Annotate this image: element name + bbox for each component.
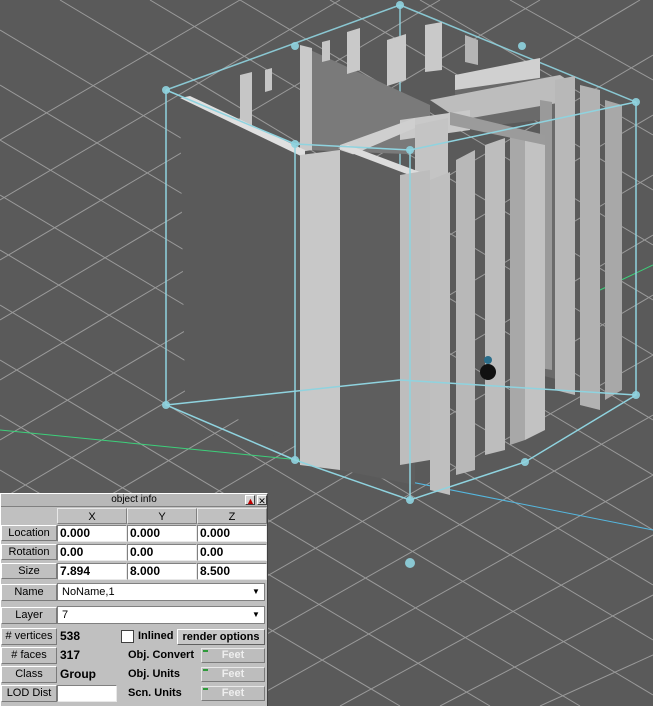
inlined-label: Inlined	[138, 630, 174, 642]
obj-units-button[interactable]: Feet	[201, 667, 265, 682]
layer-dropdown[interactable]: 7 ▼	[57, 606, 265, 624]
scn-units-value: Feet	[221, 687, 245, 699]
column-header-z: Z	[197, 508, 267, 524]
location-x-field[interactable]: 0.000	[57, 525, 127, 542]
vertices-label: # vertices	[1, 628, 57, 645]
obj-convert-value: Feet	[221, 649, 245, 661]
location-z-field[interactable]: 0.000	[197, 525, 267, 542]
vertices-value: 538	[57, 628, 120, 645]
panel-title: object info	[111, 494, 157, 505]
column-header-x: X	[57, 508, 127, 524]
obj-convert-button[interactable]: Feet	[201, 648, 265, 663]
rotation-label: Rotation	[1, 544, 57, 560]
inlined-checkbox[interactable]	[121, 630, 134, 643]
location-y-field[interactable]: 0.000	[127, 525, 197, 542]
scn-units-label: Scn. Units	[128, 687, 182, 699]
scn-units-button[interactable]: Feet	[201, 686, 265, 701]
class-label: Class	[1, 666, 57, 683]
name-dropdown[interactable]: NoName,1 ▼	[57, 583, 265, 601]
triangle-up-icon[interactable]: ▲	[245, 495, 255, 506]
panel-titlebar[interactable]: object info ▲ ✕	[1, 494, 267, 507]
rotation-y-field[interactable]: 0.00	[127, 544, 197, 561]
rotation-x-field[interactable]: 0.00	[57, 544, 127, 561]
class-value: Group	[57, 666, 120, 683]
location-label: Location	[1, 525, 57, 541]
render-options-button[interactable]: render options	[177, 629, 265, 645]
size-label: Size	[1, 563, 57, 579]
faces-label: # faces	[1, 647, 57, 664]
chevron-down-icon[interactable]: ▼	[250, 585, 262, 599]
lod-dist-label: LOD Dist	[1, 685, 57, 702]
name-label: Name	[1, 584, 57, 601]
name-value: NoName,1	[62, 586, 115, 598]
object-info-panel: object info ▲ ✕ X Y Z Location 0.000 0.0…	[0, 493, 268, 706]
layer-label: Layer	[1, 607, 57, 624]
faces-value: 317	[57, 647, 120, 664]
obj-convert-label: Obj. Convert	[128, 649, 195, 661]
layer-value: 7	[62, 609, 69, 621]
close-icon[interactable]: ✕	[257, 495, 267, 506]
column-header-y: Y	[127, 508, 197, 524]
size-z-field[interactable]: 8.500	[197, 563, 267, 580]
size-y-field[interactable]: 8.000	[127, 563, 197, 580]
size-x-field[interactable]: 7.894	[57, 563, 127, 580]
chevron-down-icon[interactable]: ▼	[250, 608, 262, 622]
obj-units-value: Feet	[221, 668, 245, 680]
obj-units-label: Obj. Units	[128, 668, 180, 680]
rotation-z-field[interactable]: 0.00	[197, 544, 267, 561]
lod-dist-field[interactable]	[57, 685, 117, 702]
